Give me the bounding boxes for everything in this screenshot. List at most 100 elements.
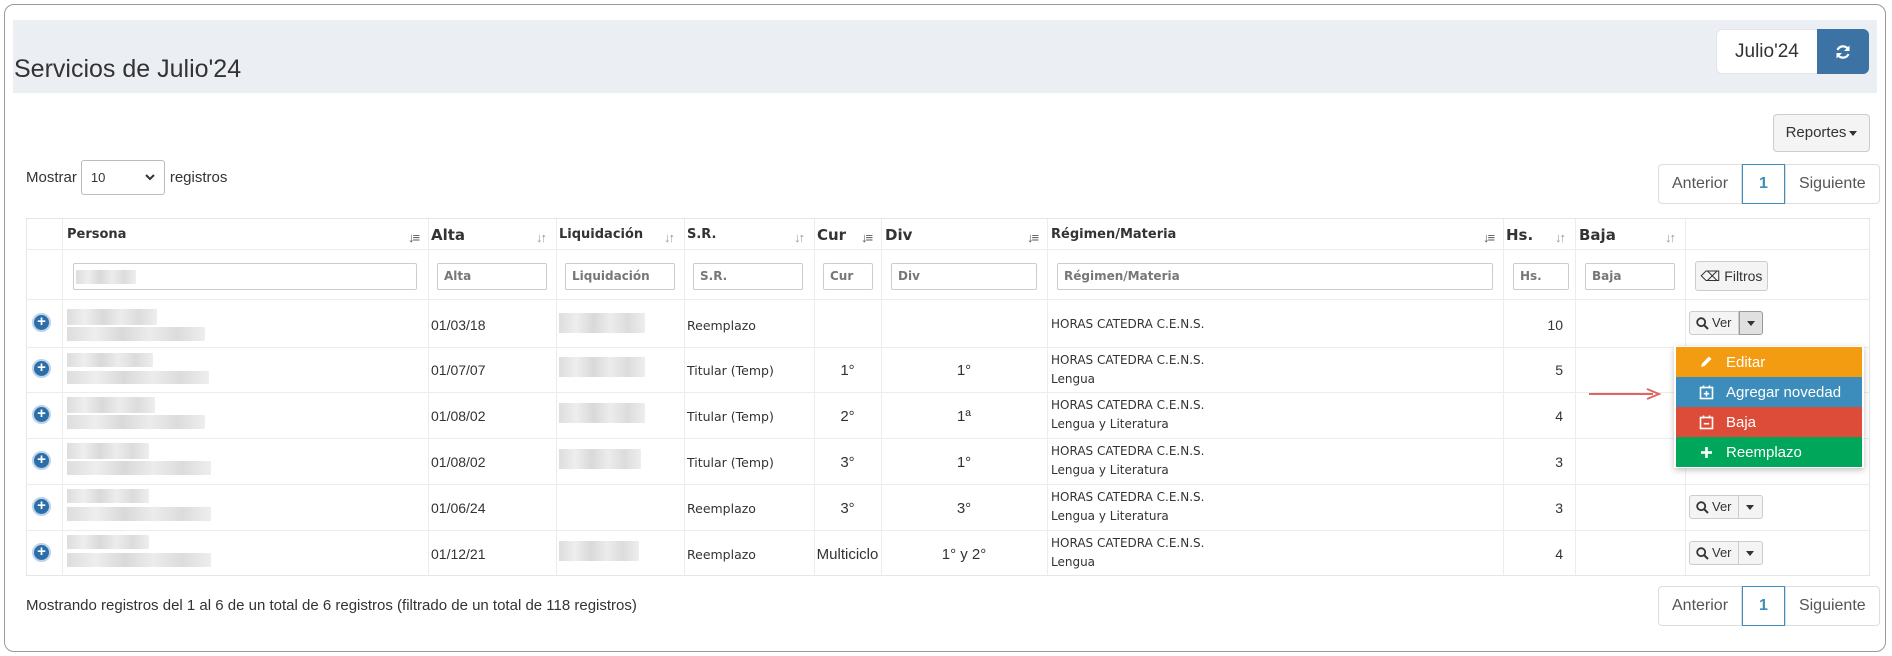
actions-dropdown-menu: Editar Agregar novedad Baja Reemplazo [1674,346,1864,468]
header-persona[interactable]: Persona [67,227,126,242]
page-1-button[interactable]: 1 [1742,164,1785,204]
expand-row-icon[interactable]: + [32,359,51,378]
header-cur[interactable]: Cur [817,226,846,244]
sort-icon[interactable]: ↓↑ [536,230,547,245]
header-baja[interactable]: Baja [1579,226,1616,244]
header-alta[interactable]: Alta [431,226,465,244]
cell-div: 1° [956,454,972,471]
header-regimen[interactable]: Régimen/Materia [1051,227,1176,242]
page-1-button[interactable]: 1 [1742,586,1785,626]
cell-div: 1ª [957,408,971,425]
filter-div-input[interactable]: Div [891,263,1037,290]
filter-baja-input[interactable]: Baja [1585,263,1675,290]
menu-item-label: Baja [1726,413,1757,431]
next-button[interactable]: Siguiente [1784,586,1880,626]
expand-row-icon[interactable]: + [32,405,51,424]
sort-icon[interactable]: ↓↑ [1665,230,1676,245]
cell-alta: 01/08/02 [431,408,486,424]
arrow-annotation-icon [1589,388,1662,400]
prev-button[interactable]: Anterior [1658,586,1743,626]
redacted-liquidacion [559,357,645,377]
pagination-bottom: Anterior 1 Siguiente [1658,586,1880,626]
search-icon [1696,316,1709,330]
col-divider [1575,219,1576,575]
pagination-top: Anterior 1 Siguiente [1658,164,1880,204]
actions-toggle-button[interactable] [1738,541,1763,565]
sort-icon[interactable]: ↓↑ [794,230,805,245]
caret-down-icon [1849,130,1858,136]
col-divider [684,219,685,575]
col-divider [428,219,429,575]
expand-row-icon[interactable]: + [32,451,51,470]
menu-item-label: Agregar novedad [1726,383,1842,401]
col-divider [881,219,882,575]
filter-regimen-input[interactable]: Régimen/Materia [1057,263,1493,290]
next-button[interactable]: Siguiente [1784,164,1880,204]
actions-toggle-button[interactable] [1738,495,1763,519]
reportes-label: Reportes [1785,124,1847,141]
header-hs[interactable]: Hs. [1506,226,1533,244]
filter-liquidacion-input[interactable]: Liquidación [565,263,675,290]
col-divider [62,219,63,575]
expand-row-icon[interactable]: + [32,543,51,562]
sort-desc-icon[interactable]: ↓≡ [1027,230,1039,245]
cell-materia: Lengua y Literatura [1051,509,1169,523]
row-divider [27,347,1869,348]
redacted-persona [67,397,155,413]
prev-button[interactable]: Anterior [1658,164,1743,204]
reportes-button[interactable]: Reportes [1773,114,1870,152]
redacted-liquidacion [559,403,645,423]
length-value: 10 [90,170,106,185]
sort-desc-icon[interactable]: ↓≡ [408,230,420,245]
cell-alta: 01/07/07 [431,362,486,378]
caret-down-icon [1746,550,1755,556]
caret-down-icon [1746,320,1755,326]
cell-materia: Lengua y Literatura [1051,463,1169,477]
refresh-icon [1836,44,1850,59]
actions-toggle-button[interactable] [1738,311,1763,335]
menu-item-label: Editar [1726,353,1766,371]
chevron-down-icon [145,174,155,181]
cell-regimen: HORAS CATEDRA C.E.N.S. [1051,398,1205,412]
ver-button[interactable]: Ver [1689,495,1739,519]
sort-desc-icon[interactable]: ↓≡ [1483,230,1495,245]
menu-item-editar[interactable]: Editar [1676,347,1862,377]
filter-alta-input[interactable]: Alta [437,263,547,290]
filter-hs-input[interactable]: Hs. [1513,263,1569,290]
filter-cur-input[interactable]: Cur [823,263,873,290]
ver-button[interactable]: Ver [1689,541,1739,565]
menu-item-agregar-novedad[interactable]: Agregar novedad [1676,377,1862,407]
cell-hs: 3 [1555,454,1563,470]
cell-cur: Multiciclo [816,546,879,563]
sort-icon[interactable]: ↓↑ [664,230,675,245]
filter-persona-input[interactable] [73,263,417,290]
length-select[interactable]: 10 [80,160,165,195]
expand-row-icon[interactable]: + [32,497,51,516]
filtros-label: Filtros [1724,268,1763,284]
redacted-persona [67,415,205,429]
header-liquidacion[interactable]: Liquidación [559,227,643,242]
period-label: Julio'24 [1716,29,1817,74]
expand-row-icon[interactable]: + [32,313,51,332]
row-divider [27,484,1869,485]
row-actions: Ver [1689,495,1763,519]
calendar-plus-icon [1696,385,1716,400]
ver-button[interactable]: Ver [1689,311,1739,335]
menu-item-reemplazo[interactable]: Reemplazo [1676,437,1862,467]
cell-cur: 3° [840,454,855,471]
filtros-button[interactable]: ⌫ Filtros [1695,261,1768,291]
header-div[interactable]: Div [885,226,912,244]
col-divider [1503,219,1504,575]
length-prefix: Mostrar [26,169,77,186]
sort-desc-icon[interactable]: ↓≡ [861,230,873,245]
cell-hs: 3 [1555,500,1563,516]
header-sr[interactable]: S.R. [687,227,717,242]
row-actions: Ver [1689,541,1763,565]
cell-regimen: HORAS CATEDRA C.E.N.S. [1051,353,1205,367]
menu-item-baja[interactable]: Baja [1676,407,1862,437]
filter-sr-input[interactable]: S.R. [693,263,803,290]
refresh-button[interactable] [1816,29,1869,74]
ver-label: Ver [1712,315,1732,330]
eraser-icon: ⌫ [1700,268,1721,284]
sort-icon[interactable]: ↓↑ [1555,230,1566,245]
